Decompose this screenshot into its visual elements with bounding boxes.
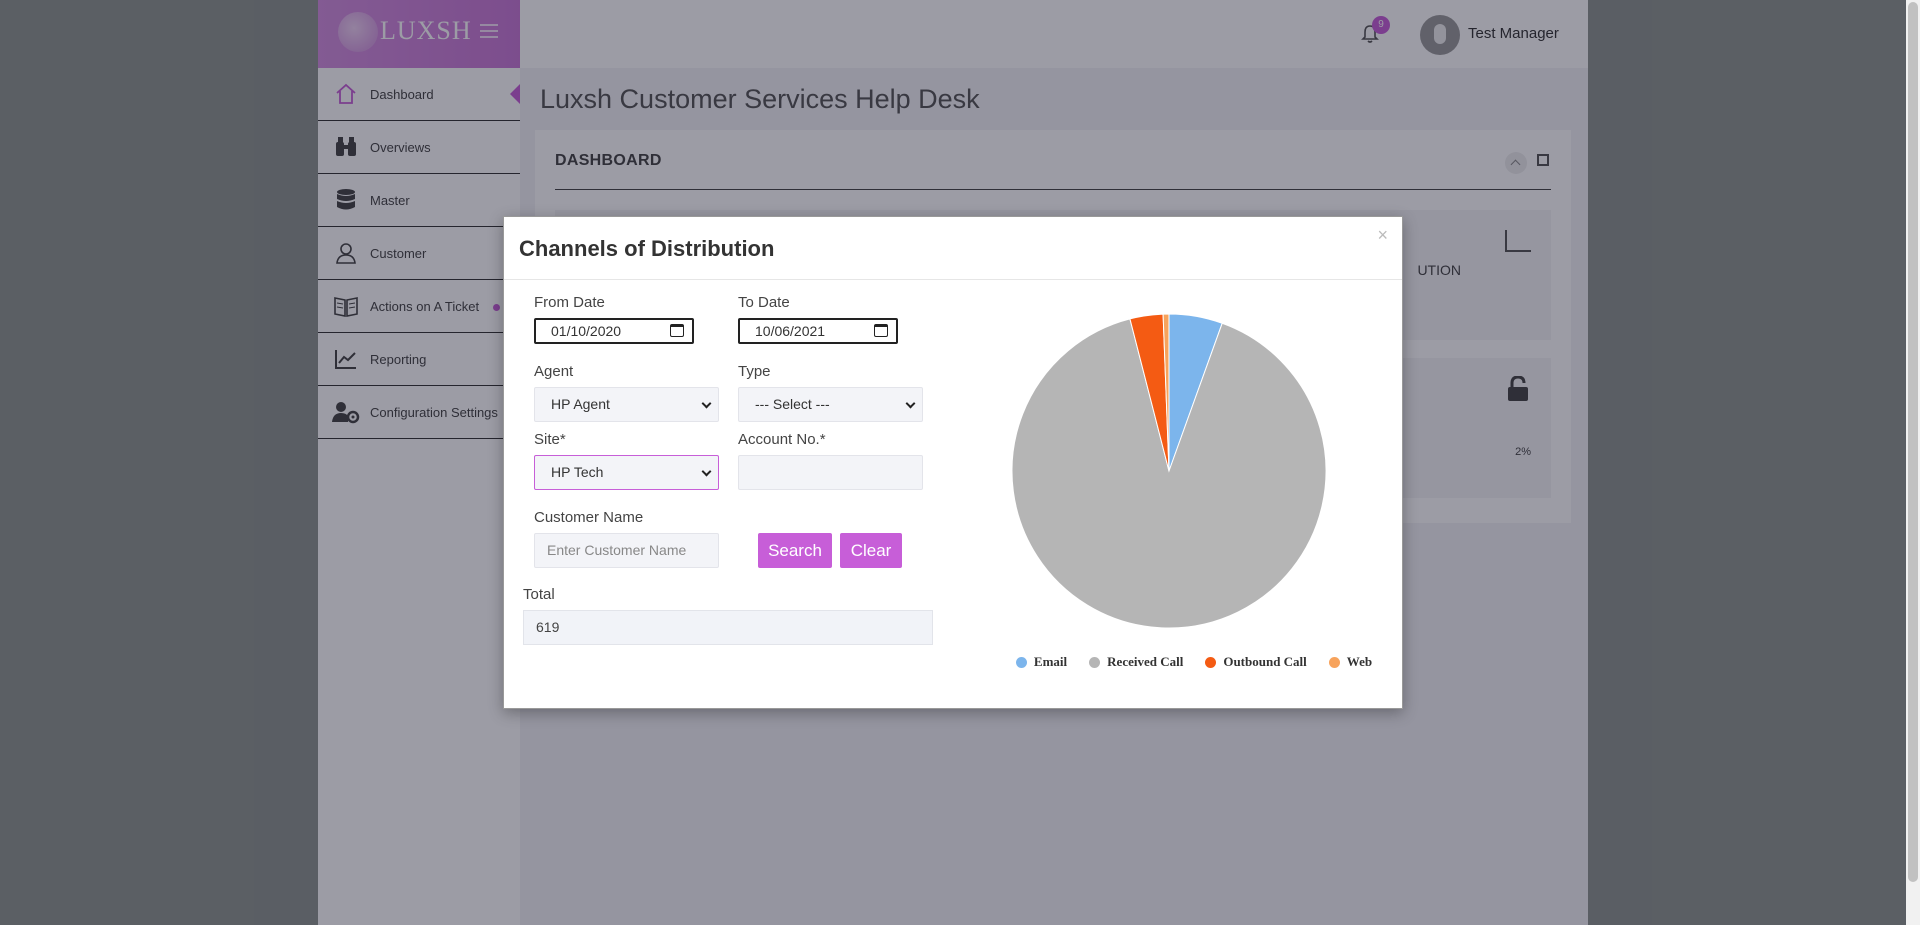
account-no-input[interactable] bbox=[738, 455, 923, 490]
page-scrollbar[interactable] bbox=[1906, 0, 1920, 925]
legend-item-email[interactable]: Email bbox=[1015, 654, 1068, 670]
type-selected-value: --- Select --- bbox=[755, 396, 830, 412]
scrollbar-thumb[interactable] bbox=[1908, 2, 1918, 882]
site-select[interactable]: HP Tech bbox=[534, 455, 719, 490]
type-label: Type bbox=[738, 363, 771, 380]
type-select[interactable]: --- Select --- bbox=[738, 387, 923, 422]
customer-name-label: Customer Name bbox=[534, 509, 644, 526]
channels-pie-chart bbox=[1011, 313, 1327, 629]
calendar-icon[interactable] bbox=[670, 324, 684, 337]
legend-label: Web bbox=[1346, 654, 1373, 669]
chevron-down-icon bbox=[905, 398, 916, 409]
close-icon[interactable]: × bbox=[1377, 225, 1388, 246]
from-date-label: From Date bbox=[534, 294, 605, 311]
account-no-label: Account No.* bbox=[738, 431, 826, 448]
site-label: Site* bbox=[534, 431, 566, 448]
legend-label: Received Call bbox=[1107, 654, 1184, 669]
legend-item-outbound-call[interactable]: Outbound Call bbox=[1205, 654, 1307, 670]
total-label: Total bbox=[523, 586, 555, 603]
search-button[interactable]: Search bbox=[758, 533, 832, 568]
agent-selected-value: HP Agent bbox=[551, 396, 610, 412]
legend-label: Outbound Call bbox=[1223, 654, 1307, 669]
to-date-label: To Date bbox=[738, 294, 790, 311]
chart-legend: Email Received Call Outbound Call Web bbox=[994, 654, 1394, 670]
legend-marker bbox=[1205, 656, 1217, 668]
chevron-down-icon bbox=[701, 398, 712, 409]
legend-item-received-call[interactable]: Received Call bbox=[1089, 654, 1183, 670]
customer-name-input[interactable]: Enter Customer Name bbox=[534, 533, 719, 568]
legend-item-web[interactable]: Web bbox=[1328, 654, 1373, 670]
chevron-down-icon bbox=[701, 466, 712, 477]
legend-marker bbox=[1328, 656, 1340, 668]
agent-label: Agent bbox=[534, 363, 574, 380]
site-selected-value: HP Tech bbox=[551, 464, 604, 480]
calendar-icon[interactable] bbox=[874, 324, 888, 337]
to-date-value: 10/06/2021 bbox=[755, 323, 826, 339]
total-field: 619 bbox=[523, 610, 933, 645]
legend-marker bbox=[1015, 656, 1027, 668]
legend-marker bbox=[1089, 656, 1101, 668]
modal-header: Channels of Distribution × bbox=[504, 217, 1402, 280]
from-date-input[interactable]: 01/10/2020 bbox=[534, 318, 694, 344]
modal-title: Channels of Distribution bbox=[519, 236, 775, 261]
from-date-value: 01/10/2020 bbox=[551, 323, 622, 339]
legend-label: Email bbox=[1033, 654, 1068, 669]
clear-button[interactable]: Clear bbox=[840, 533, 902, 568]
channels-modal: Channels of Distribution × From Date 01/… bbox=[503, 216, 1403, 709]
agent-select[interactable]: HP Agent bbox=[534, 387, 719, 422]
to-date-input[interactable]: 10/06/2021 bbox=[738, 318, 898, 344]
